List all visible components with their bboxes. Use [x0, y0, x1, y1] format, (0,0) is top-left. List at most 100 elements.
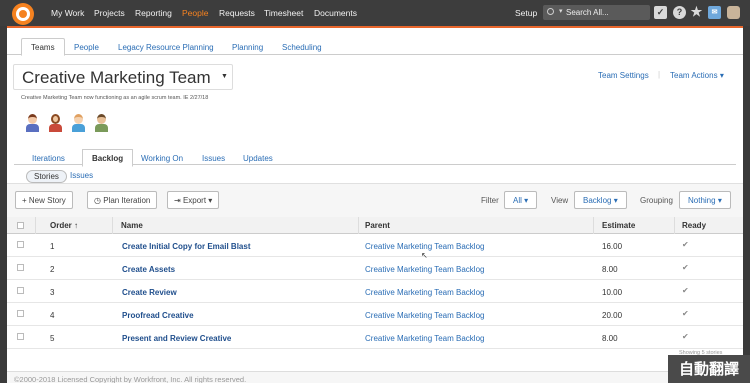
filter-label: Filter	[481, 196, 499, 205]
column-header-ready[interactable]: Ready	[682, 221, 706, 230]
export-button[interactable]: ⇥ Export ▾	[167, 191, 220, 209]
filter-pill-issues[interactable]: Issues	[70, 171, 93, 180]
team-description: Creative Marketing Team now functioning …	[21, 95, 209, 101]
parent-link[interactable]: Creative Marketing Team Backlog	[365, 334, 484, 343]
row-order: 3	[50, 288, 55, 297]
story-name-link[interactable]: Create Assets	[122, 265, 175, 274]
grouping-label: Grouping	[640, 196, 673, 205]
global-search-input[interactable]: ▾ Search All...	[543, 5, 650, 20]
nav-people[interactable]: People	[182, 8, 208, 18]
footer: ©2000-2018 Licensed Copyright by Workfro…	[7, 371, 743, 383]
filter-dropdown[interactable]: All ▾	[504, 191, 538, 209]
main-panel: Teams People Legacy Resource Planning Pl…	[7, 26, 743, 383]
row-checkbox[interactable]	[17, 241, 24, 248]
nav-projects[interactable]: Projects	[94, 8, 125, 18]
row-checkbox[interactable]	[17, 287, 24, 294]
tab-teams[interactable]: Teams	[21, 38, 65, 56]
member-head	[97, 114, 106, 124]
table-row[interactable]: 1 Create Initial Copy for Email Blast Cr…	[7, 234, 743, 257]
story-name-link[interactable]: Create Review	[122, 288, 177, 297]
team-selector[interactable]: Creative Marketing Team ▼	[13, 64, 233, 90]
nav-setup[interactable]: Setup	[515, 8, 537, 18]
row-checkbox[interactable]	[17, 264, 24, 271]
tab-updates[interactable]: Updates	[243, 154, 273, 163]
workfront-logo-icon[interactable]	[12, 3, 34, 25]
column-header-estimate[interactable]: Estimate	[602, 221, 635, 230]
column-header-order[interactable]: Order ↑	[50, 221, 78, 230]
row-estimate: 8.00	[602, 265, 618, 274]
parent-link[interactable]: Creative Marketing Team Backlog	[365, 265, 484, 274]
team-member-avatar[interactable]	[71, 114, 86, 132]
export-icon: ⇥	[174, 196, 181, 205]
column-header-name[interactable]: Name	[121, 221, 143, 230]
member-head	[28, 114, 37, 124]
tab-legacy-resource-planning[interactable]: Legacy Resource Planning	[118, 43, 214, 52]
star-icon[interactable]: ★	[690, 5, 703, 19]
team-member-avatar[interactable]	[48, 114, 63, 132]
row-order: 2	[50, 265, 55, 274]
backlog-toolbar: + New Story ◷ Plan Iteration ⇥ Export ▾ …	[7, 183, 743, 217]
table-row[interactable]: 4 Proofread Creative Creative Marketing …	[7, 303, 743, 326]
member-body	[72, 124, 85, 132]
export-label: Export	[182, 196, 207, 205]
notifications-icon[interactable]: ✉	[708, 6, 721, 19]
tab-planning[interactable]: Planning	[232, 43, 263, 52]
plus-icon: +	[22, 196, 27, 205]
view-dropdown[interactable]: Backlog ▾	[574, 191, 627, 209]
row-checkbox[interactable]	[17, 310, 24, 317]
tab-people[interactable]: People	[74, 43, 99, 52]
member-head	[51, 114, 60, 124]
tab-scheduling[interactable]: Scheduling	[282, 43, 322, 52]
story-name-link[interactable]: Present and Review Creative	[122, 334, 231, 343]
tab-issues[interactable]: Issues	[202, 154, 225, 163]
table-row[interactable]: 5 Present and Review Creative Creative M…	[7, 326, 743, 349]
ready-check-icon: ✔	[682, 286, 689, 295]
new-story-label: New Story	[28, 196, 66, 205]
plan-iteration-label: Plan Iteration	[103, 196, 151, 205]
parent-link[interactable]: Creative Marketing Team Backlog	[365, 288, 484, 297]
nav-my-work[interactable]: My Work	[51, 8, 84, 18]
table-row[interactable]: 3 Create Review Creative Marketing Team …	[7, 280, 743, 303]
top-navigation-bar: My Work Projects Reporting People Reques…	[0, 0, 750, 26]
user-avatar[interactable]	[727, 6, 740, 19]
member-body	[26, 124, 39, 132]
plan-iteration-button[interactable]: ◷ Plan Iteration	[87, 191, 158, 209]
column-header-parent[interactable]: Parent	[365, 221, 390, 230]
team-member-avatar[interactable]	[94, 114, 109, 132]
watermark-badge: 自動翻譯	[668, 355, 750, 383]
nav-documents[interactable]: Documents	[314, 8, 357, 18]
checkbox-icon[interactable]: ✓	[654, 6, 667, 19]
parent-link[interactable]: Creative Marketing Team Backlog	[365, 311, 484, 320]
help-icon[interactable]: ?	[673, 6, 686, 19]
team-settings-link[interactable]: Team Settings	[598, 71, 649, 80]
story-name-link[interactable]: Proofread Creative	[122, 311, 194, 320]
row-order: 5	[50, 334, 55, 343]
tab-working-on[interactable]: Working On	[141, 154, 183, 163]
ready-check-icon: ✔	[682, 240, 689, 249]
chevron-down-icon[interactable]: ▼	[221, 73, 228, 80]
clock-icon: ◷	[94, 196, 101, 205]
nav-timesheet[interactable]: Timesheet	[264, 8, 303, 18]
nav-reporting[interactable]: Reporting	[135, 8, 172, 18]
parent-link[interactable]: Creative Marketing Team Backlog	[365, 242, 484, 251]
grouping-dropdown[interactable]: Nothing ▾	[679, 191, 731, 209]
divider	[674, 217, 675, 234]
story-name-link[interactable]: Create Initial Copy for Email Blast	[122, 242, 250, 251]
member-head	[74, 114, 83, 124]
table-row[interactable]: 2 Create Assets Creative Marketing Team …	[7, 257, 743, 280]
tab-iterations[interactable]: Iterations	[32, 154, 65, 163]
divider: |	[658, 70, 661, 79]
select-all-checkbox[interactable]	[17, 222, 24, 229]
team-member-avatar[interactable]	[25, 114, 40, 132]
row-estimate: 16.00	[602, 242, 623, 251]
chevron-down-icon: ▾	[613, 196, 618, 205]
nav-requests[interactable]: Requests	[219, 8, 255, 18]
chevron-down-icon[interactable]: ▾	[559, 7, 563, 15]
order-label: Order	[50, 221, 72, 230]
new-story-button[interactable]: + New Story	[15, 191, 73, 209]
tab-backlog[interactable]: Backlog	[82, 149, 134, 167]
filter-pill-stories[interactable]: Stories	[26, 170, 67, 183]
chevron-down-icon: ▾	[717, 196, 722, 205]
team-actions-menu[interactable]: Team Actions ▾	[670, 71, 724, 80]
row-checkbox[interactable]	[17, 333, 24, 340]
